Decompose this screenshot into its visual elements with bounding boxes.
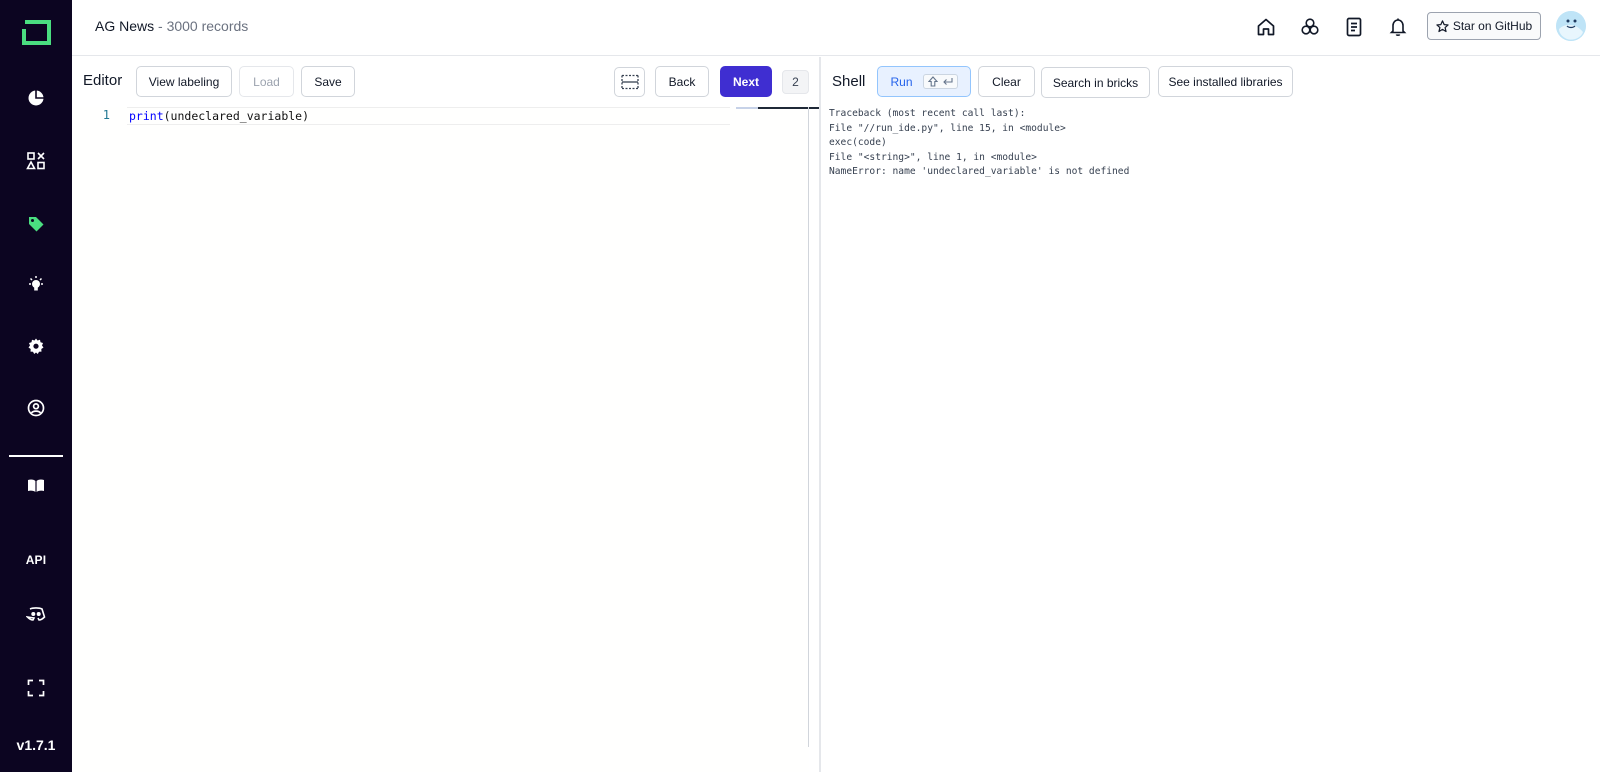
split-view-button[interactable] [614,67,645,97]
star-on-github-button[interactable]: Star on GitHub [1427,12,1541,40]
enter-key-icon [942,78,953,85]
output-line: File "//run_ide.py", line 15, in <module… [829,122,1066,134]
load-button[interactable]: Load [239,66,294,97]
home-icon[interactable] [1253,14,1279,40]
project-title: AG News - 3000 records [95,18,248,34]
shift-key-icon [927,76,938,87]
app-version: v1.7.1 [16,737,56,753]
discord-icon[interactable] [24,602,48,626]
code-keyword: print [129,109,164,123]
avatar[interactable] [1556,11,1586,41]
editor-scrollbar[interactable] [808,107,809,747]
pie-chart-icon[interactable] [24,86,48,110]
gear-icon[interactable] [24,334,48,358]
next-button[interactable]: Next [720,66,772,97]
editor-panel: Editor View labeling Load Save Back Next… [72,57,821,772]
kern-logo-icon[interactable] [21,19,52,48]
shapes-icon[interactable] [24,149,48,173]
run-shortcut [922,74,958,89]
top-header: AG News - 3000 records Star on GitHub [72,0,1600,56]
record-counter: 2 [782,70,809,94]
network-icon[interactable] [1297,14,1323,40]
search-in-bricks-button[interactable]: Search in bricks [1041,67,1150,98]
sidebar-divider [9,455,63,457]
book-icon[interactable] [24,474,48,498]
project-name: AG News [95,18,155,34]
user-circle-icon[interactable] [24,396,48,420]
minimap-viewport[interactable] [736,107,758,109]
code-args: (undeclared_variable) [163,109,310,123]
line-number: 1 [102,108,110,122]
api-link[interactable]: API [18,553,54,567]
run-button[interactable]: Run [877,66,971,97]
output-line: exec(code) [829,137,887,149]
view-labeling-button[interactable]: View labeling [136,66,232,97]
fullscreen-icon[interactable] [24,676,48,700]
clear-button[interactable]: Clear [978,66,1035,97]
star-icon [1436,19,1449,32]
split-horizontal-icon [620,74,639,90]
output-line: File "<string>", line 1, in <module> [829,151,1037,163]
minimap-cursor [758,107,820,109]
lightbulb-icon[interactable] [24,273,48,297]
tag-icon[interactable] [24,212,48,236]
sidebar: API v1.7.1 [0,0,72,772]
shell-output: Traceback (most recent call last): File … [829,107,1129,180]
shell-title: Shell [832,73,866,90]
code-line[interactable]: print(undeclared_variable) [129,109,309,123]
editor-title: Editor [83,72,123,89]
output-line: NameError: name 'undeclared_variable' is… [829,166,1130,178]
run-label: Run [890,74,913,89]
bell-icon[interactable] [1385,14,1411,40]
project-records: - 3000 records [154,18,249,34]
output-line: Traceback (most recent call last): [829,108,1026,119]
back-button[interactable]: Back [655,66,709,97]
github-label: Star on GitHub [1452,19,1533,33]
save-button[interactable]: Save [301,66,355,97]
see-installed-libraries-button[interactable]: See installed libraries [1158,66,1293,97]
document-icon[interactable] [1341,14,1367,40]
code-editor[interactable]: 1 print(undeclared_variable) [72,107,820,772]
shell-panel: Shell Run Clear Search in bricks See ins… [821,57,1600,772]
